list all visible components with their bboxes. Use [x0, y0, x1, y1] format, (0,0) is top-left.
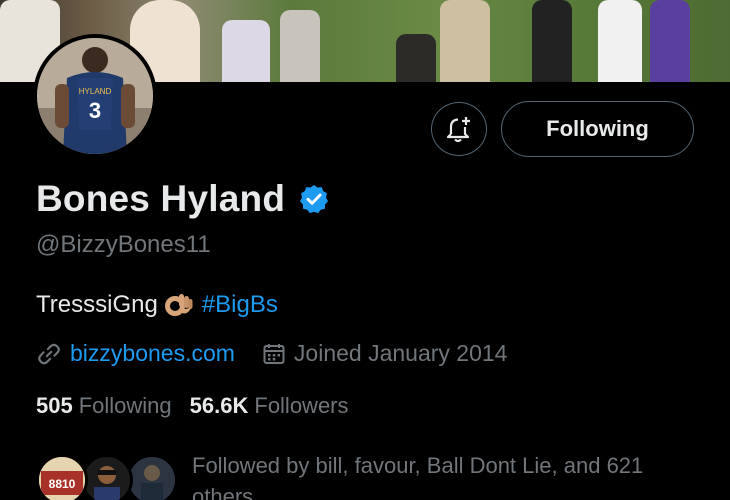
verified-badge-icon[interactable]: [298, 183, 330, 215]
ok-hand-emoji-icon: [164, 294, 193, 316]
notifications-button[interactable]: [431, 102, 487, 156]
followers-stat[interactable]: 56.6K Followers: [190, 393, 349, 419]
calendar-icon: [263, 343, 285, 364]
followed-by-avatar: [81, 454, 133, 500]
following-button[interactable]: Following: [501, 101, 694, 157]
display-name: Bones Hyland: [36, 178, 286, 219]
website-link[interactable]: bizzybones.com: [70, 340, 235, 367]
bio-text: TresssiGng: [36, 291, 158, 318]
bell-plus-icon: [446, 117, 470, 143]
following-label: Following: [78, 393, 172, 418]
jersey-name: HYLAND: [79, 87, 112, 96]
joined-date: Joined January 2014: [293, 340, 508, 366]
profile-meta: bizzybones.com Joined January 2014: [36, 340, 507, 367]
following-count: 505: [36, 393, 73, 418]
followers-label: Followers: [254, 393, 349, 418]
followed-avatar-jersey-text: 8810: [49, 477, 76, 491]
profile-name-row: Bones Hyland: [36, 178, 330, 220]
followers-count: 56.6K: [189, 393, 249, 418]
avatar-photo: HYLAND 3: [37, 38, 153, 154]
followed-by-avatars[interactable]: 8810: [36, 454, 178, 500]
link-icon: [38, 343, 60, 364]
bio-hashtag-link[interactable]: #BigBs: [202, 291, 278, 319]
follow-stats: 505 Following 56.6K Followers: [36, 393, 349, 419]
following-stat[interactable]: 505 Following: [36, 393, 172, 419]
jersey-number: 3: [89, 98, 101, 123]
followed-by-avatar: 8810: [36, 454, 88, 500]
profile-bio: TresssiGng #BigBs: [36, 290, 278, 320]
profile-handle: @BizzyBones11: [36, 231, 211, 258]
followed-by-avatar: [126, 454, 178, 500]
profile-avatar[interactable]: HYLAND 3: [33, 34, 157, 158]
followed-by-text[interactable]: Followed by bill, favour, Ball Dont Lie,…: [192, 450, 692, 500]
